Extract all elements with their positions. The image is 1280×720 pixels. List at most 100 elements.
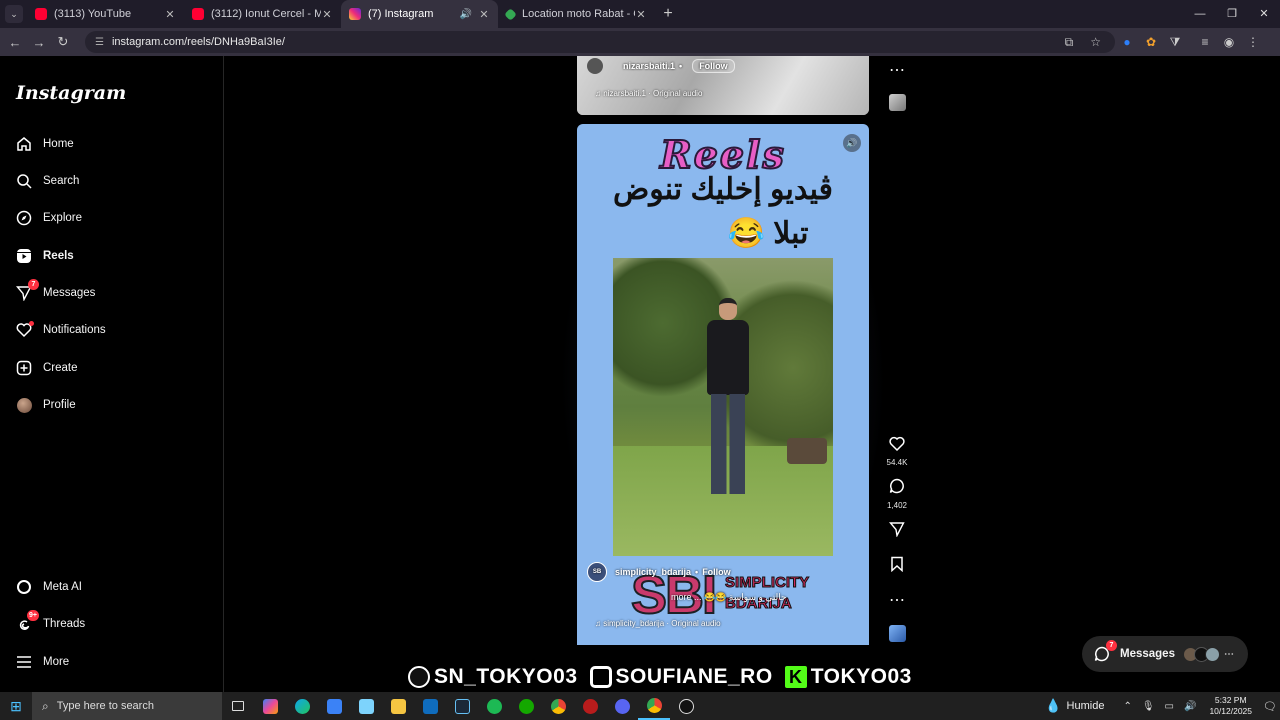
nav-meta-ai[interactable]: Meta AI xyxy=(16,575,82,599)
like-button[interactable]: 54.4K xyxy=(885,436,909,467)
close-tab-icon[interactable]: ✕ xyxy=(478,8,490,21)
avatar[interactable] xyxy=(587,58,603,74)
more-options-icon[interactable]: ⋯ xyxy=(885,590,909,610)
obs-icon[interactable] xyxy=(670,692,702,720)
task-view-icon[interactable] xyxy=(222,692,254,720)
share-button[interactable] xyxy=(885,521,909,542)
overlay-handle: TOKYO03 xyxy=(810,665,912,688)
outlook-icon[interactable] xyxy=(414,692,446,720)
close-tab-icon[interactable]: ✕ xyxy=(164,8,176,21)
nav-profile[interactable]: Profile xyxy=(16,393,76,417)
instagram-logo[interactable]: Instagram xyxy=(16,82,126,104)
current-reel[interactable]: Reels ڤيديو إخليك تنوض تبلا 😂 🔊 SBI SIMP… xyxy=(577,124,869,645)
copilot-icon[interactable] xyxy=(254,692,286,720)
unmute-icon[interactable]: 🔊 xyxy=(843,134,861,152)
avatar[interactable]: SB xyxy=(587,562,607,582)
tray-chevron-icon[interactable]: ⌃ xyxy=(1123,701,1131,712)
extension-icon[interactable]: ✿ xyxy=(1139,35,1163,49)
nav-create[interactable]: Create xyxy=(16,356,78,380)
discord-icon[interactable] xyxy=(606,692,638,720)
person-body xyxy=(707,320,749,395)
nav-threads[interactable]: 9+ Threads xyxy=(16,610,85,636)
browser-tab-strip: ⌄ (3113) YouTube ✕ (3112) Ionut Cercel -… xyxy=(0,0,1280,28)
network-icon[interactable]: ▭ xyxy=(1165,701,1174,712)
nav-label: Create xyxy=(43,362,78,374)
store-icon[interactable] xyxy=(318,692,350,720)
close-window-icon[interactable]: ✕ xyxy=(1248,0,1280,28)
game-app-icon[interactable] xyxy=(574,692,606,720)
recent-chat-avatars xyxy=(1182,646,1220,662)
file-explorer-icon[interactable] xyxy=(382,692,414,720)
site-info-icon[interactable]: ☰ xyxy=(95,37,104,48)
heart-icon xyxy=(16,321,34,338)
tab-search-button[interactable]: ⌄ xyxy=(5,5,23,23)
nav-label: Home xyxy=(43,138,74,150)
chrome-icon[interactable] xyxy=(638,692,670,720)
browser-tab[interactable]: (3113) YouTube ✕ xyxy=(27,0,184,28)
volume-icon[interactable]: 🔊 xyxy=(1184,701,1196,712)
chrome-icon[interactable] xyxy=(542,692,574,720)
audio-thumbnail[interactable] xyxy=(885,94,909,111)
like-count: 54.4K xyxy=(886,458,908,467)
steam-icon[interactable] xyxy=(446,692,478,720)
browser-tab[interactable]: (3112) Ionut Cercel - Made in R ✕ xyxy=(184,0,341,28)
spotify-icon[interactable] xyxy=(478,692,510,720)
audio-label[interactable]: ♫ nizarsbaiti.1 · Original audio xyxy=(595,89,702,98)
close-tab-icon[interactable]: ✕ xyxy=(635,8,647,21)
search-icon: ⌕ xyxy=(42,698,49,713)
upwork-icon[interactable] xyxy=(510,692,542,720)
tab-audio-icon[interactable]: 🔊 xyxy=(460,9,472,20)
menu-icon xyxy=(16,654,32,670)
previous-reel[interactable]: nizarsbaiti.1 • Follow ♫ nizarsbaiti.1 ·… xyxy=(577,56,869,115)
tab-title: (3112) Ionut Cercel - Made in R xyxy=(211,8,321,20)
media-controls-icon[interactable]: ≡ xyxy=(1193,35,1217,49)
messages-floating-button[interactable]: 7 Messages ⋯ xyxy=(1082,636,1248,672)
extensions-puzzle-icon[interactable]: ⧩ xyxy=(1163,35,1187,50)
nav-search[interactable]: Search xyxy=(16,169,79,193)
browser-tab-active[interactable]: (7) Instagram 🔊 ✕ xyxy=(341,0,498,28)
home-icon xyxy=(16,136,32,152)
microphone-icon[interactable]: 🎙 xyxy=(1142,701,1155,712)
nav-reels[interactable]: Reels xyxy=(16,244,74,268)
taskbar-search[interactable]: ⌕ Type here to search xyxy=(32,692,222,720)
nav-home[interactable]: Home xyxy=(16,132,74,156)
username[interactable]: nizarsbaiti.1 xyxy=(623,61,675,71)
nav-explore[interactable]: Explore xyxy=(16,206,82,230)
forward-icon[interactable]: → xyxy=(27,35,51,50)
taskbar-clock[interactable]: 5:32 PM 10/12/2025 xyxy=(1209,695,1252,717)
reel-video[interactable] xyxy=(613,258,833,556)
username[interactable]: simplicity_bdarija xyxy=(615,567,691,577)
audio-thumbnail[interactable] xyxy=(885,625,909,642)
save-button[interactable] xyxy=(885,556,909,577)
weather-widget[interactable]: 💧 Humide xyxy=(1045,698,1104,714)
new-tab-button[interactable]: + xyxy=(655,5,681,23)
follow-button[interactable]: Follow xyxy=(692,59,735,73)
reload-icon[interactable]: ↻ xyxy=(51,34,75,50)
nav-messages[interactable]: 7 Messages xyxy=(16,279,95,305)
more-options-icon[interactable]: ⋯ xyxy=(885,60,909,80)
extension-icon[interactable]: ● xyxy=(1115,35,1139,49)
notepad-icon[interactable] xyxy=(350,692,382,720)
messages-label: Messages xyxy=(1120,648,1175,660)
overlay-handle: SN_TOKYO03 xyxy=(434,665,578,688)
notification-center-icon[interactable]: 🗨 xyxy=(1260,700,1280,713)
audio-label[interactable]: ♫ simplicity_bdarija · Original audio xyxy=(595,619,721,628)
reel-arabic-line: ڤيديو إخليك تنوض xyxy=(613,173,833,206)
reel-caption[interactable]: more ... 😂😂 حالتي و سواسة xyxy=(671,592,787,603)
bookmark-star-icon[interactable]: ☆ xyxy=(1090,35,1101,49)
nav-notifications[interactable]: Notifications xyxy=(16,318,106,342)
close-tab-icon[interactable]: ✕ xyxy=(321,8,333,21)
profile-avatar-icon[interactable]: ◉ xyxy=(1217,35,1241,49)
address-bar[interactable]: ☰ instagram.com/reels/DNHa9BaI3Ie/ ⧉ ☆ xyxy=(85,31,1115,53)
nav-more[interactable]: More xyxy=(16,650,69,674)
browser-menu-icon[interactable]: ⋮ xyxy=(1241,35,1265,49)
windows-start-icon[interactable]: ⊞ xyxy=(0,698,32,715)
install-app-icon[interactable]: ⧉ xyxy=(1065,35,1074,49)
minimize-icon[interactable]: — xyxy=(1184,0,1216,28)
browser-tab[interactable]: Location moto Rabat - Google ✕ xyxy=(498,0,655,28)
comment-button[interactable]: 1,402 xyxy=(885,478,909,510)
edge-icon[interactable] xyxy=(286,692,318,720)
follow-button[interactable]: Follow xyxy=(702,567,731,577)
back-icon[interactable]: ← xyxy=(3,35,27,50)
restore-icon[interactable]: ❐ xyxy=(1216,0,1248,28)
